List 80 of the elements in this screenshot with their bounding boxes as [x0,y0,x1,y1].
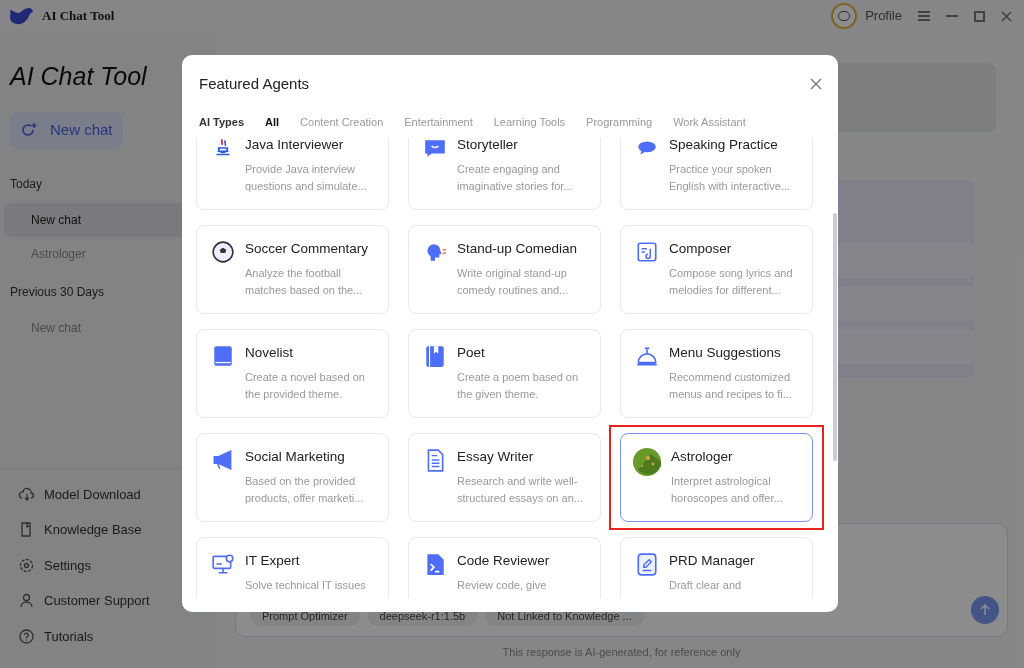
stars-icon [633,448,661,476]
agent-card[interactable]: Speaking Practice Practice your spoken English with interactive... [620,138,813,210]
agent-card[interactable]: Stand-up Comedian Write original stand-up comedy routines and... [408,225,601,314]
agent-description: Interpret astrological horoscopes and offer... [671,474,784,506]
agent-name: Novelist [245,344,294,362]
agent-description: Create a novel based on the provided theme. [245,370,366,402]
section-label: Previous 30 Days [10,283,106,301]
bookmark-book-icon [423,344,447,368]
agent-card[interactable]: Menu Suggestions Recommend customized menus and recipes to fi... [620,329,813,418]
agent-card[interactable]: Poet Create a poem based on the given theme. [408,329,601,418]
computer-user-icon [211,552,235,576]
book-icon [211,344,235,368]
agent-name: Astrologer [671,448,734,466]
new-chat-icon [20,121,38,139]
agent-description: Practice your spoken English with interactive... [669,162,792,194]
category-tab[interactable]: Learning Tools [493,113,566,130]
agent-card[interactable]: IT Expert Solve technical IT issues [196,537,389,598]
agent-description: Recommend customized menus and recipes to fi... [669,370,793,402]
agent-name: Social Marketing [245,448,346,466]
category-tab[interactable]: Work Assistant [673,113,746,130]
section-label: Today [10,175,44,193]
agent-card[interactable]: Novelist Create a novel based on the provided theme. [196,329,389,418]
arrow-up-icon [980,604,990,616]
send-button[interactable] [971,596,999,624]
agent-card[interactable]: Composer Compose song lyrics and melodies for different... [620,225,813,314]
agent-description: Create engaging and imaginative stories for... [457,162,574,194]
cloud-download-icon [18,485,35,503]
agent-description: Write original stand-up comedy routines and... [457,266,570,298]
close-icon[interactable] [810,78,822,91]
agent-description: Draft clear and [669,578,743,593]
agent-description: Provide Java interview questions and simulate... [245,162,368,194]
agent-description: Review code, give [457,578,548,593]
help-icon [18,627,35,645]
agent-name: Speaking Practice [669,138,779,154]
user-icon [18,592,35,610]
agent-card[interactable]: Social Marketing Based on the provided products, offer marketi... [196,433,389,522]
agent-card[interactable]: Java Interviewer Provide Java interview questions and simulate... [196,138,389,210]
agent-description: Create a poem based on the given theme. [457,370,580,402]
avatar-icon[interactable] [831,3,858,29]
agent-description: Compose song lyrics and melodies for different... [669,266,794,298]
new-chat-button[interactable]: New chat [10,111,123,149]
agent-name: Essay Writer [457,448,535,466]
agent-name: PRD Manager [669,552,755,570]
app-title: AI Chat Tool [42,7,115,26]
sidebar-menu-item[interactable]: Tutorials [0,618,216,654]
agent-description: Research and write well-structured essays on an... [457,474,584,506]
agent-description: Based on the provided products, offer marketi... [245,474,365,506]
agent-card[interactable]: Soccer Commentary Analyze the football matches based on the... [196,225,389,314]
dialog-title: Featured Agents [199,74,311,94]
close-icon[interactable] [1001,10,1012,22]
category-tab[interactable]: Programming [586,113,653,130]
maximize-icon[interactable] [974,10,985,22]
music-note-icon [635,240,659,264]
profile-label[interactable]: Profile [865,6,902,26]
agent-name: Stand-up Comedian [457,240,579,258]
agent-name: Menu Suggestions [669,344,782,362]
agent-name: Composer [669,240,733,258]
agent-description: Solve technical IT issues [245,578,366,593]
category-tab[interactable]: Content Creation [300,113,384,130]
filter-label: AI Types [199,114,245,130]
agent-card[interactable]: Storyteller Create engaging and imaginative stories for... [408,138,601,210]
agent-name: Java Interviewer [245,138,345,154]
agent-name: Code Reviewer [457,552,550,570]
category-tab[interactable]: Entertainment [404,113,473,130]
agent-card[interactable]: PRD Manager Draft clear and [620,537,813,598]
agent-card[interactable]: Essay Writer Research and write well-structured essays on an... [408,433,601,522]
agent-card[interactable]: Astrologer Interpret astrological horoscopes and offer... [620,433,813,522]
agent-name: Storyteller [457,138,519,154]
agent-name: IT Expert [245,552,301,570]
scrollbar-thumb[interactable] [833,213,837,461]
menu-icon[interactable] [918,11,930,21]
agent-card[interactable]: Code Reviewer Review code, give [408,537,601,598]
settings-icon [18,556,35,574]
category-tab[interactable]: All [265,113,280,130]
chat-bubble-icon [423,138,447,160]
agent-name: Soccer Commentary [245,240,370,258]
agent-description: Analyze the football matches based on the... [245,266,364,298]
document-edit-icon [635,552,659,576]
soccer-ball-icon [211,240,235,264]
agent-name: Poet [457,344,486,362]
